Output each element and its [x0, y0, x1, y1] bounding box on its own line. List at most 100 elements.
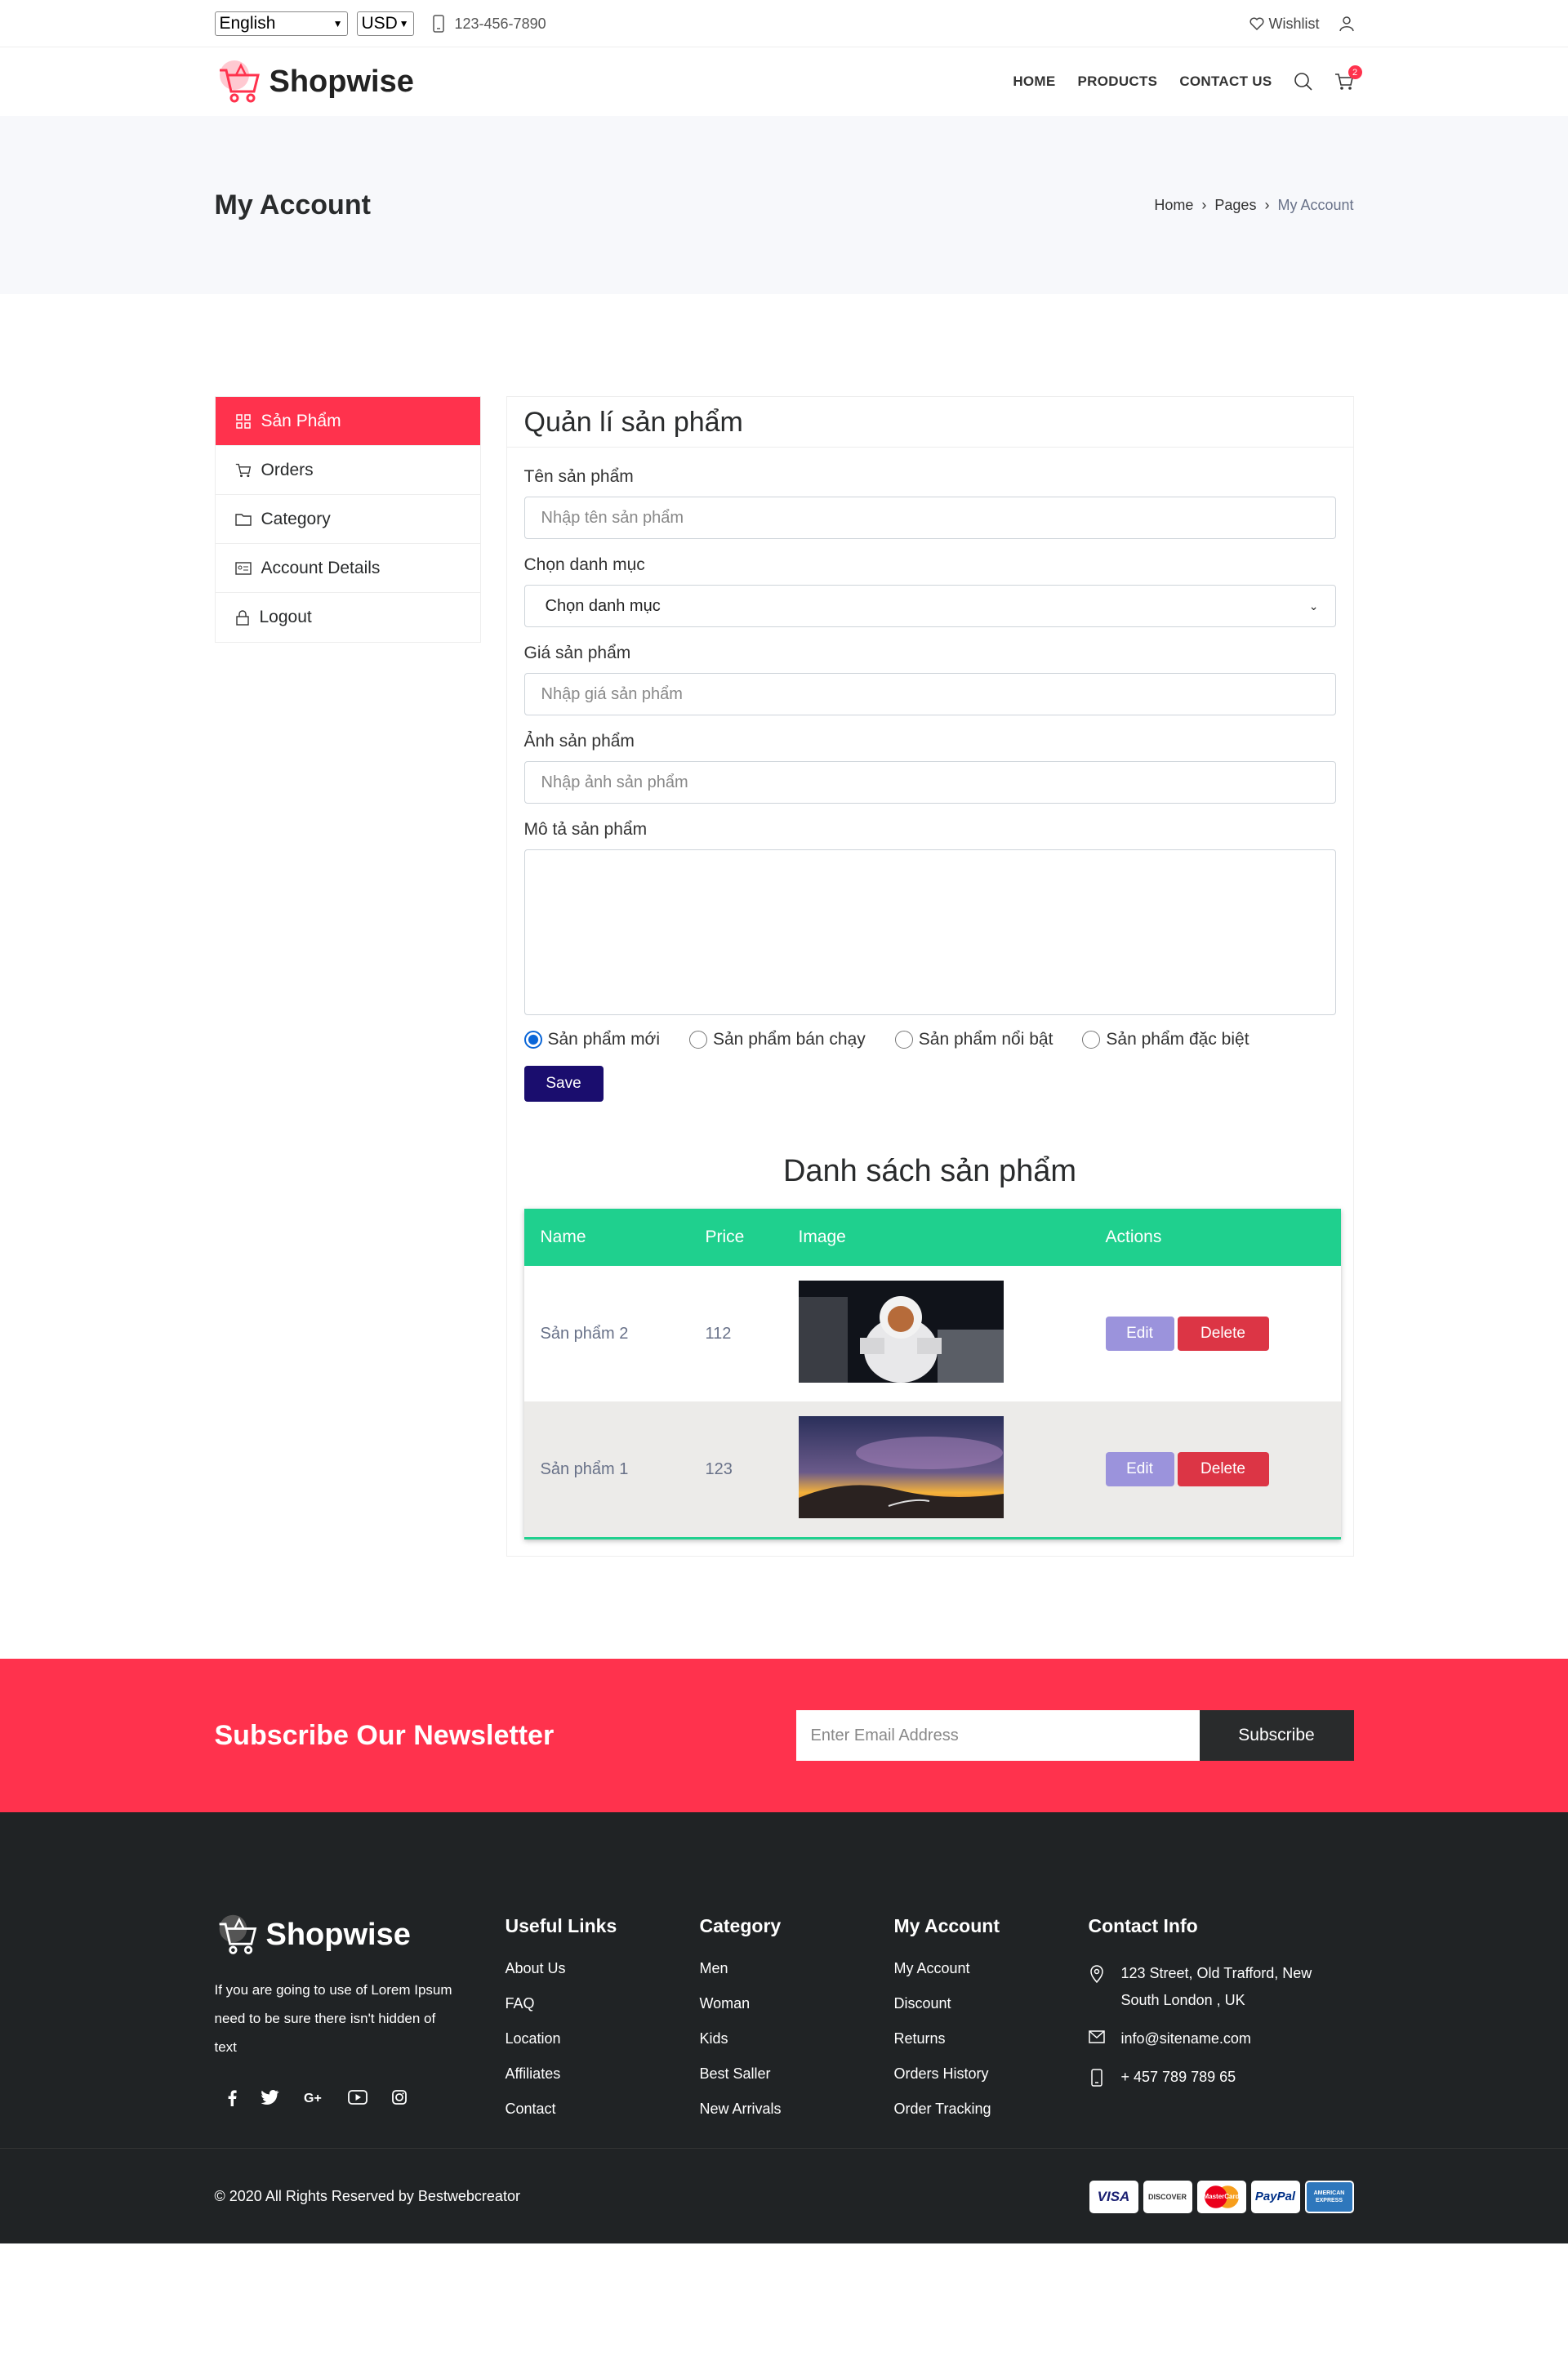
currency-value: USD — [361, 14, 398, 33]
footer-useful-links: Useful Links About Us FAQ Location Affil… — [506, 1912, 700, 2136]
footer-link-my-account[interactable]: My Account — [894, 1960, 1089, 1977]
sidebar-item-label: Logout — [259, 608, 312, 626]
delete-button[interactable]: Delete — [1177, 1452, 1269, 1486]
nav-contact-us[interactable]: CONTACT US — [1179, 74, 1272, 90]
footer-link-order-tracking[interactable]: Order Tracking — [894, 2101, 1089, 2118]
contact-phone: + 457 789 789 65 — [1089, 2064, 1354, 2091]
radio-san-pham-ban-chay[interactable]: Sản phẩm bán chạy — [689, 1030, 866, 1049]
twitter-icon[interactable] — [261, 2090, 279, 2105]
youtube-icon[interactable] — [347, 2090, 368, 2105]
main-nav: HOME PRODUCTS CONTACT US 2 — [991, 65, 1362, 91]
site-logo[interactable]: Shopwise — [215, 57, 414, 106]
product-image-input[interactable]: Nhập ảnh sản phẩm — [523, 761, 1336, 804]
footer-bottom: © 2020 All Rights Reserved by Bestwebcre… — [0, 2148, 1568, 2243]
language-select[interactable]: English ▼ — [214, 11, 348, 36]
newsletter-title: Subscribe Our Newsletter — [214, 1719, 555, 1751]
chevron-right-icon: › — [1201, 196, 1207, 213]
image-placeholder: Nhập ảnh sản phẩm — [541, 773, 688, 791]
page-title: My Account — [214, 189, 371, 221]
footer-link-new-arrivals[interactable]: New Arrivals — [700, 2101, 894, 2118]
wishlist-label: Wishlist — [1268, 15, 1320, 32]
radio-checked-icon — [523, 1031, 542, 1049]
product-price-input[interactable]: Nhập giá sản phẩm — [523, 673, 1336, 715]
panel-heading: Quản lí sản phẩm — [506, 397, 1353, 448]
footer-link-men[interactable]: Men — [700, 1960, 894, 1977]
footer-logo[interactable]: Shopwise — [215, 1912, 506, 1958]
radio-san-pham-dac-biet[interactable]: Sản phẩm đặc biệt — [1082, 1030, 1250, 1049]
footer-description: If you are going to use of Lorem Ipsum n… — [214, 1982, 452, 2055]
sidebar-item-logout[interactable]: Logout — [216, 593, 480, 642]
email-text[interactable]: info@sitename.com — [1121, 2025, 1251, 2052]
newsletter-section: Subscribe Our Newsletter Enter Email Add… — [0, 1659, 1568, 1812]
logo-text: Shopwise — [269, 64, 414, 99]
footer-link-location[interactable]: Location — [506, 2030, 700, 2047]
search-button[interactable] — [1294, 72, 1313, 91]
subscribe-button[interactable]: Subscribe — [1199, 1710, 1354, 1761]
footer-column-title: Contact Info — [1088, 1915, 1198, 1936]
map-pin-icon — [1089, 1965, 1103, 1983]
footer-link-contact[interactable]: Contact — [506, 2101, 700, 2118]
product-description-textarea[interactable] — [523, 849, 1336, 1015]
amex-card-icon: AMERICAN EXPRESS — [1304, 2180, 1354, 2213]
radio-unchecked-icon — [1082, 1031, 1101, 1049]
footer-link-affiliates[interactable]: Affiliates — [506, 2065, 700, 2083]
footer-link-about-us[interactable]: About Us — [506, 1960, 700, 1977]
site-footer: Shopwise If you are going to use of Lore… — [0, 1812, 1568, 2243]
footer-contact-info: Contact Info 123 Street, Old Trafford, N… — [1089, 1912, 1354, 2136]
footer-column-title: Category — [699, 1915, 782, 1936]
lock-icon — [235, 610, 249, 626]
paypal-card-icon: PayPal — [1250, 2180, 1300, 2213]
footer-link-kids[interactable]: Kids — [700, 2030, 894, 2047]
instagram-icon[interactable] — [391, 2090, 407, 2105]
footer-column-title: Useful Links — [505, 1915, 617, 1936]
product-type-radio-group: Sản phẩm mới Sản phẩm bán chạy Sản phẩm … — [523, 1030, 1336, 1049]
cart-button[interactable]: 2 — [1334, 65, 1362, 91]
contact-address: 123 Street, Old Trafford, New South Lond… — [1089, 1960, 1354, 2014]
radio-san-pham-moi[interactable]: Sản phẩm mới — [523, 1030, 660, 1049]
sidebar-item-category[interactable]: Category — [215, 495, 480, 544]
nav-home[interactable]: HOME — [1013, 74, 1055, 90]
footer-link-woman[interactable]: Woman — [700, 1995, 894, 2012]
breadcrumb-current: My Account — [1277, 196, 1354, 213]
delete-button[interactable]: Delete — [1177, 1317, 1269, 1351]
breadcrumb-home[interactable]: Home — [1154, 197, 1193, 214]
nav-products[interactable]: PRODUCTS — [1078, 74, 1158, 90]
cell-price: 112 — [705, 1324, 732, 1343]
product-form: Tên sản phẩm Nhập tên sản phẩm Chọn danh… — [507, 448, 1353, 1102]
currency-select[interactable]: USD ▼ — [356, 11, 414, 36]
edit-button[interactable]: Edit — [1105, 1452, 1174, 1486]
newsletter-email-input[interactable]: Enter Email Address — [795, 1710, 1200, 1761]
save-button[interactable]: Save — [523, 1066, 604, 1102]
column-header-name: Name — [540, 1228, 586, 1246]
column-header-actions: Actions — [1105, 1228, 1162, 1246]
footer-link-returns[interactable]: Returns — [894, 2030, 1089, 2047]
category-select[interactable]: Chọn danh mục ⌄ — [523, 585, 1336, 627]
product-name-input[interactable]: Nhập tên sản phẩm — [523, 497, 1336, 539]
phone-number: 123-456-7890 — [454, 15, 546, 32]
footer-link-faq[interactable]: FAQ — [506, 1995, 700, 2012]
footer-my-account: My Account My Account Discount Returns O… — [894, 1912, 1089, 2136]
cell-name: Sản phẩm 2 — [540, 1324, 629, 1343]
sidebar-item-orders[interactable]: Orders — [215, 446, 480, 495]
footer-link-discount[interactable]: Discount — [894, 1995, 1089, 2012]
footer-link-best-saller[interactable]: Best Saller — [700, 2065, 894, 2083]
chevron-down-icon: ▼ — [332, 18, 343, 29]
user-icon[interactable] — [1339, 16, 1354, 32]
radio-label: Sản phẩm bán chạy — [713, 1030, 866, 1049]
google-plus-icon[interactable]: G+ — [304, 2090, 323, 2105]
radio-san-pham-noi-bat[interactable]: Sản phẩm nổi bật — [894, 1030, 1053, 1049]
wishlist-link[interactable]: Wishlist — [1250, 16, 1320, 33]
mastercard-card-icon: MasterCard — [1196, 2180, 1246, 2213]
cell-image — [782, 1415, 1089, 1523]
sidebar-item-account-details[interactable]: Account Details — [215, 544, 480, 593]
footer-category: Category Men Woman Kids Best Saller New … — [700, 1912, 894, 2136]
sidebar-item-san-pham[interactable]: Sản Phẩm — [215, 397, 480, 446]
edit-button[interactable]: Edit — [1105, 1317, 1174, 1351]
footer-link-orders-history[interactable]: Orders History — [894, 2065, 1089, 2083]
phone-info: 123-456-7890 — [432, 15, 546, 33]
breadcrumb-pages[interactable]: Pages — [1214, 197, 1256, 214]
product-thumbnail-galaxy — [798, 1415, 1004, 1518]
logo-text: Shopwise — [265, 1917, 411, 1952]
facebook-icon[interactable] — [227, 2090, 237, 2106]
social-links: G+ — [215, 2090, 506, 2106]
